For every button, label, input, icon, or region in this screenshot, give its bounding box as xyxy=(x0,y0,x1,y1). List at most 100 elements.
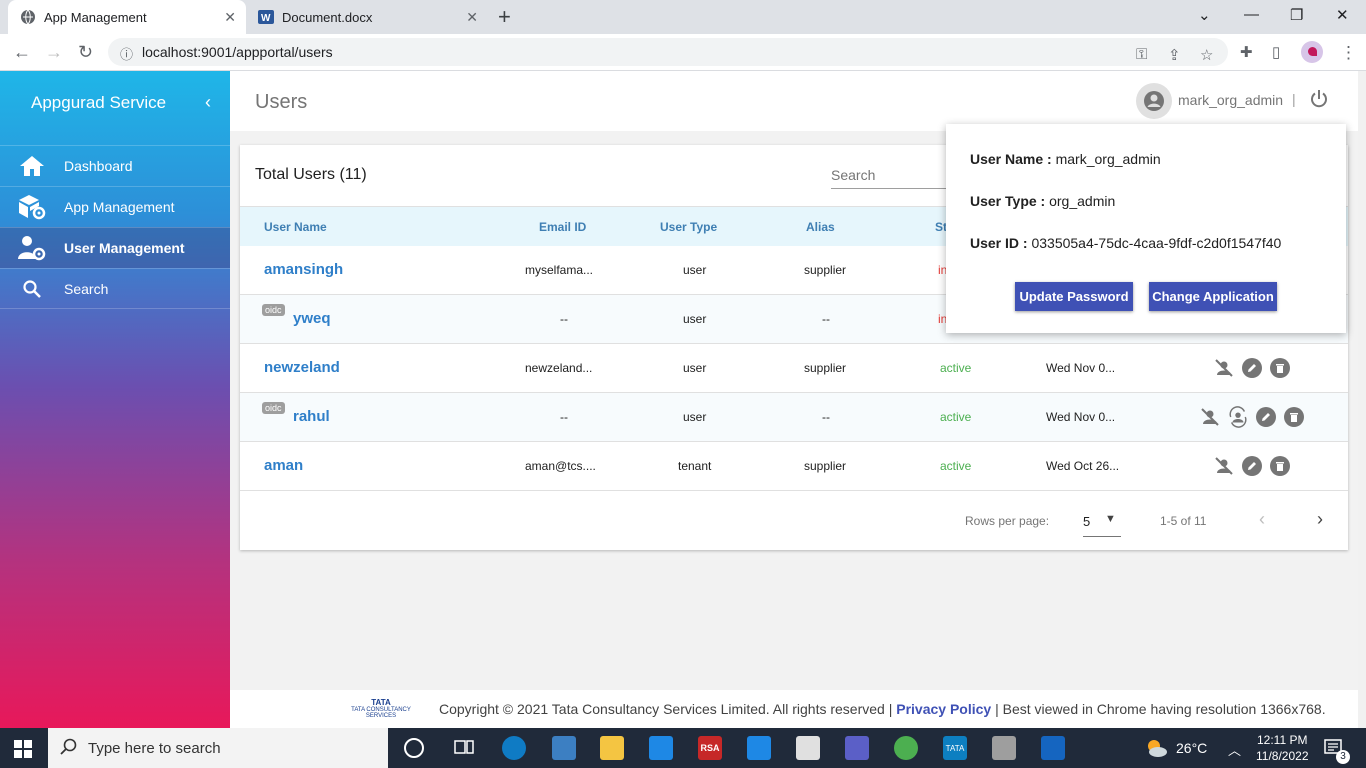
chrome-icon[interactable] xyxy=(894,736,918,760)
column-header[interactable]: Alias xyxy=(806,220,835,234)
pagination-range: 1-5 of 11 xyxy=(1160,514,1207,528)
user-name-link[interactable]: rahul xyxy=(293,408,330,425)
sidebar-item-dashboard[interactable]: Dashboard xyxy=(0,145,230,186)
app-icon[interactable] xyxy=(992,736,1016,760)
browser-menu-icon[interactable]: ⋮ xyxy=(1340,43,1357,63)
taskbar-search-text: Type here to search xyxy=(88,740,221,757)
oidc-badge: oidc xyxy=(262,402,285,414)
user-name-link[interactable]: newzeland xyxy=(264,359,340,376)
value: org_admin xyxy=(1049,193,1116,209)
label: User ID : xyxy=(970,235,1028,251)
change-application-button[interactable]: Change Application xyxy=(1149,282,1277,311)
close-tab-icon[interactable]: ✕ xyxy=(224,9,236,26)
disable-user-icon[interactable] xyxy=(1214,358,1234,378)
disable-user-icon[interactable] xyxy=(1214,456,1234,476)
delete-icon[interactable] xyxy=(1284,407,1304,427)
new-tab-icon[interactable]: + xyxy=(498,4,511,30)
rows-per-page-select[interactable]: 5 ▼ xyxy=(1083,509,1121,537)
header-username[interactable]: mark_org_admin xyxy=(1178,92,1283,108)
tcs-logo-text: TATA CONSULTANCY SERVICES xyxy=(351,707,411,719)
teams-icon[interactable] xyxy=(845,736,869,760)
tab-app-management[interactable]: App Management ✕ xyxy=(8,0,246,34)
sync-user-icon[interactable] xyxy=(1228,406,1248,428)
photos-icon[interactable] xyxy=(1041,736,1065,760)
file-explorer-icon[interactable] xyxy=(600,736,624,760)
side-panel-icon[interactable]: ▯ xyxy=(1272,43,1280,61)
browser-toolbar: ← → ↻ ⓘ localhost:9001/appportal/users ⚿… xyxy=(0,34,1366,71)
user-name-link[interactable]: amansingh xyxy=(264,261,343,278)
table-row[interactable]: aman aman@tcs.... tenant supplier active… xyxy=(240,442,1348,491)
user-type-cell: user xyxy=(683,312,707,326)
site-info-icon[interactable]: ⓘ xyxy=(120,44,133,63)
restore-icon[interactable]: ❐ xyxy=(1290,6,1303,24)
sidebar-item-label: Dashboard xyxy=(64,158,133,174)
network-app-icon[interactable] xyxy=(552,736,576,760)
power-icon[interactable] xyxy=(1309,89,1329,114)
total-users-title: Total Users (11) xyxy=(255,166,367,183)
edit-icon[interactable] xyxy=(1242,358,1262,378)
cortana-icon[interactable] xyxy=(404,738,424,758)
table-row[interactable]: oidc rahul -- user -- active Wed Nov 0..… xyxy=(240,393,1348,442)
extensions-icon[interactable]: ✚ xyxy=(1240,43,1253,61)
previous-page-icon[interactable]: ‹ xyxy=(1259,509,1265,530)
edge-icon[interactable] xyxy=(502,736,526,760)
user-type-cell: user xyxy=(683,410,707,424)
rsa-icon[interactable]: RSA xyxy=(698,736,722,760)
close-tab-icon[interactable]: ✕ xyxy=(466,9,478,26)
update-password-button[interactable]: Update Password xyxy=(1015,282,1133,311)
weather-icon[interactable] xyxy=(1144,737,1168,762)
url-text: localhost:9001/appportal/users xyxy=(142,44,333,60)
task-view-icon[interactable] xyxy=(453,736,477,760)
share-icon[interactable]: ⇪ xyxy=(1168,46,1181,64)
tab-search-icon[interactable]: ⌄ xyxy=(1198,6,1211,24)
store-icon[interactable] xyxy=(649,736,673,760)
tab-label: App Management xyxy=(44,9,147,25)
alias-cell: supplier xyxy=(804,361,847,375)
user-name-link[interactable]: yweq xyxy=(293,310,331,327)
notepad-icon[interactable] xyxy=(796,736,820,760)
edit-icon[interactable] xyxy=(1242,456,1262,476)
next-page-icon[interactable]: › xyxy=(1317,509,1323,530)
profile-avatar[interactable] xyxy=(1301,41,1323,63)
account-avatar-icon[interactable] xyxy=(1136,83,1172,119)
temperature: 26°C xyxy=(1176,740,1208,756)
close-window-icon[interactable]: ✕ xyxy=(1336,6,1349,24)
key-icon[interactable]: ⚿ xyxy=(1136,46,1147,63)
status-cell: active xyxy=(940,361,972,375)
clock[interactable]: 12:11 PM 11/8/2022 xyxy=(1256,732,1309,764)
privacy-policy-link[interactable]: Privacy Policy xyxy=(896,701,991,717)
edit-icon[interactable] xyxy=(1256,407,1276,427)
windows-start-icon[interactable] xyxy=(14,740,32,763)
rows-per-page-value: 5 xyxy=(1083,514,1091,529)
forward-icon[interactable]: → xyxy=(45,42,63,63)
page-title: Users xyxy=(255,91,308,113)
sidebar: Appgurad Service ‹ Dashboard App Managem… xyxy=(0,71,230,728)
column-header[interactable]: User Type xyxy=(660,220,717,234)
disable-user-icon[interactable] xyxy=(1200,407,1220,427)
back-icon[interactable]: ← xyxy=(13,42,31,63)
alias-cell: supplier xyxy=(804,263,847,277)
taskbar-search-box[interactable]: Type here to search xyxy=(48,728,388,768)
column-header[interactable]: Email ID xyxy=(539,220,586,234)
oidc-badge: oidc xyxy=(262,304,285,316)
column-header[interactable]: User Name xyxy=(264,220,327,234)
delete-icon[interactable] xyxy=(1270,358,1290,378)
sidebar-item-app-management[interactable]: App Management xyxy=(0,186,230,227)
sidebar-item-user-management[interactable]: User Management xyxy=(0,227,230,268)
show-hidden-icons[interactable]: ︿ xyxy=(1228,740,1241,759)
bookmark-star-icon[interactable]: ☆ xyxy=(1200,46,1213,64)
address-bar[interactable]: ⓘ localhost:9001/appportal/users ⚿ ⇪ ☆ xyxy=(108,38,1228,66)
collapse-sidebar-icon[interactable]: ‹ xyxy=(205,92,211,113)
page-scrollbar[interactable] xyxy=(1358,71,1366,728)
delete-icon[interactable] xyxy=(1270,456,1290,476)
sidebar-item-search[interactable]: Search xyxy=(0,268,230,309)
minimize-icon[interactable]: — xyxy=(1244,6,1259,23)
search-input[interactable] xyxy=(831,161,951,189)
user-name-link[interactable]: aman xyxy=(264,457,303,474)
vscode-icon[interactable] xyxy=(747,736,771,760)
reload-icon[interactable]: ↻ xyxy=(78,42,93,63)
tab-document[interactable]: W Document.docx ✕ xyxy=(248,0,488,34)
tata-app-icon[interactable]: TATA xyxy=(943,736,967,760)
table-row[interactable]: newzeland newzeland... user supplier act… xyxy=(240,344,1348,393)
sidebar-item-label: App Management xyxy=(64,199,175,215)
